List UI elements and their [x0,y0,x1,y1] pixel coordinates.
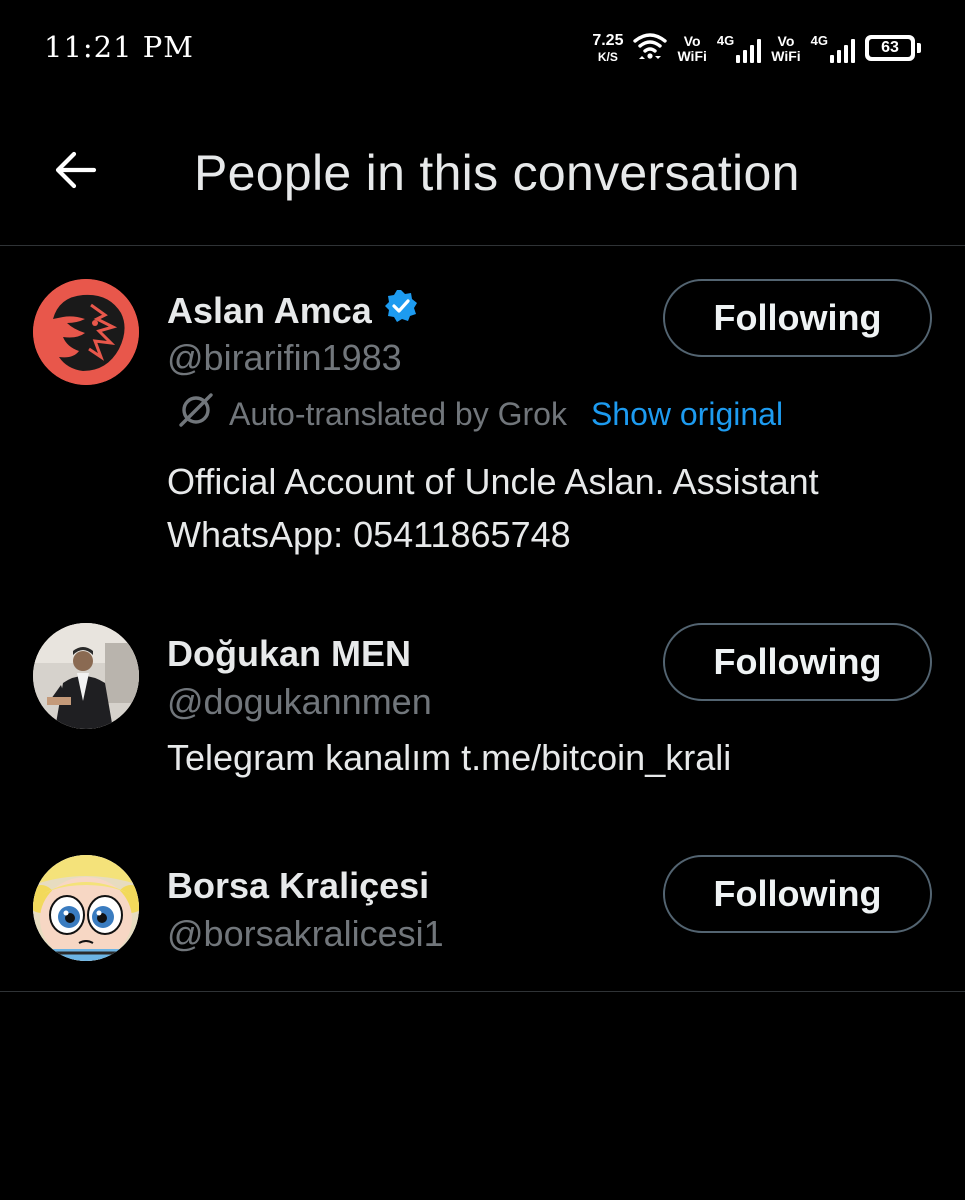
battery-level: 63 [869,39,911,57]
network-speed: 7.25 K/S [592,32,624,64]
person-bio: Telegram kanalım t.me/bitcoin_krali [167,731,947,784]
wifi-icon [633,32,668,65]
verified-badge-icon [384,289,418,332]
show-original-link[interactable]: Show original [591,396,783,433]
arrow-left-icon [52,150,98,195]
person-bio: Official Account of Uncle Aslan. Assista… [167,455,947,561]
avatar[interactable] [33,855,139,961]
avatar[interactable] [33,279,139,385]
lion-logo-icon [33,279,139,385]
status-icons: 7.25 K/S Vo WiFi 4G Vo WiFi 4G 63 [592,28,921,68]
auto-translated-label: Auto-translated by Grok [229,395,567,432]
person-aslan-amca[interactable]: Aslan Amca @birarifin1983 Following Auto… [0,247,965,591]
cartoon-avatar-icon [33,855,139,961]
sim1-signal-icon: 4G [717,33,762,63]
page-header: People in this conversation [0,100,965,246]
avatar[interactable] [33,623,139,729]
following-button[interactable]: Following [663,855,932,933]
person-name[interactable]: Aslan Amca [167,289,418,332]
bio-line: WhatsApp: 05411865748 [167,514,571,555]
following-button[interactable]: Following [663,623,932,701]
auto-translate-row: Auto-translated by Grok Show original [177,391,783,437]
person-name[interactable]: Borsa Kraliçesi [167,865,429,907]
bio-line: Official Account of Uncle Aslan. Assista… [167,461,819,502]
person-handle[interactable]: @birarifin1983 [167,337,402,379]
following-button[interactable]: Following [663,279,932,357]
bio-line: Telegram kanalım t.me/bitcoin_krali [167,737,732,778]
page-title: People in this conversation [194,145,800,201]
people-list: Aslan Amca @birarifin1983 Following Auto… [0,247,965,992]
status-time: 11:21 PM [44,30,194,64]
network-speed-unit: K/S [597,50,618,64]
person-name[interactable]: Doğukan MEN [167,633,411,675]
sim1-vowifi-label: Vo WiFi [677,32,707,64]
network-speed-value: 7.25 [592,32,624,49]
battery-icon: 63 [865,35,921,61]
person-handle[interactable]: @dogukannmen [167,681,432,723]
person-dogukan-men[interactable]: Doğukan MEN @dogukannmen Following Teleg… [0,591,965,823]
sim2-signal-icon: 4G [811,33,855,63]
person-borsa-kralicesi[interactable]: Borsa Kraliçesi @borsakralicesi1 Followi… [0,823,965,991]
sim2-vowifi-label: Vo WiFi [771,32,801,64]
grok-icon [177,391,215,437]
status-bar: 11:21 PM 7.25 K/S Vo WiFi 4G Vo WiFi 4G … [0,0,965,100]
profile-photo-icon [33,623,139,729]
person-handle[interactable]: @borsakralicesi1 [167,913,444,955]
back-button[interactable] [40,140,110,204]
